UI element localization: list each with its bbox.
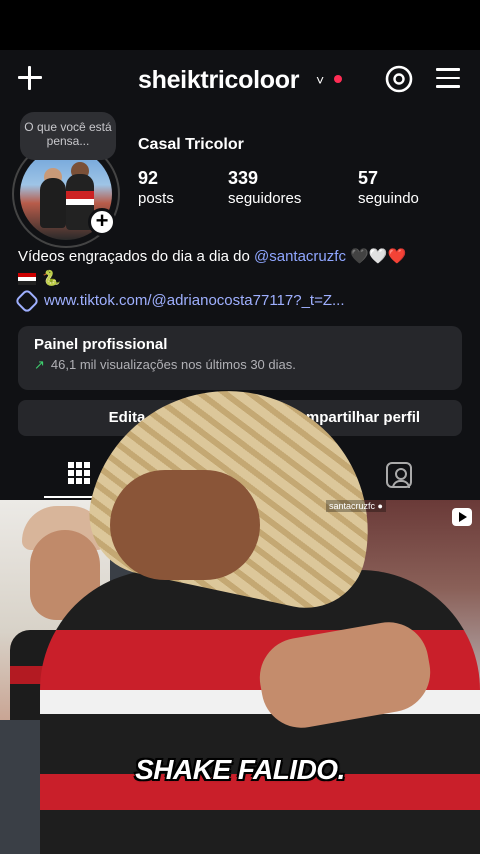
- profile-link[interactable]: www.tiktok.com/@adrianocosta77117?_t=Z..…: [14, 288, 345, 314]
- video-caption: SHAKE FALIDO.: [135, 754, 345, 785]
- pro-stats: 46,1 mil visualizações nos últimos 30 di…: [50, 357, 296, 372]
- notification-dot: [334, 75, 342, 83]
- top-bar: sheiktricoloor ˅: [0, 50, 480, 110]
- trend-up-icon: ↗: [34, 357, 45, 372]
- stat-followers[interactable]: 339 seguidores: [228, 168, 301, 207]
- add-story-icon[interactable]: +: [88, 208, 116, 236]
- stat-number: 92: [138, 168, 159, 188]
- professional-dashboard[interactable]: Painel profissional ↗ 46,1 mil visualizaç…: [18, 326, 462, 390]
- stat-posts[interactable]: 92 posts: [138, 168, 174, 207]
- flag-icon: [18, 273, 36, 286]
- bio-mention[interactable]: @santacruzfc: [254, 248, 346, 265]
- plus-icon[interactable]: [16, 64, 44, 92]
- video-person-shirt: [40, 570, 480, 854]
- bio-hearts: 🖤🤍❤️: [345, 248, 407, 265]
- stat-label: seguindo: [358, 190, 419, 207]
- grid-icon[interactable]: [68, 462, 90, 484]
- stat-label: posts: [138, 190, 174, 207]
- username[interactable]: sheiktricoloor: [138, 66, 299, 95]
- bio: Vídeos engraçados do dia a dia do @santa…: [18, 246, 468, 290]
- note-bubble[interactable]: O que você está pensa...: [20, 112, 116, 160]
- bio-text: Vídeos engraçados do dia a dia do: [18, 248, 255, 265]
- display-name: Casal Tricolor: [138, 136, 244, 153]
- video-handle: santacruzfc ●: [326, 500, 386, 512]
- menu-icon[interactable]: [436, 68, 460, 88]
- video-person-face: [110, 470, 260, 580]
- stat-number: 57: [358, 168, 379, 188]
- pro-title: Painel profissional: [34, 336, 168, 353]
- stat-number: 339: [228, 168, 259, 188]
- play-icon[interactable]: [452, 508, 472, 526]
- stat-label: seguidores: [228, 190, 302, 207]
- stat-following[interactable]: 57 seguindo: [358, 168, 419, 207]
- link-text[interactable]: www.tiktok.com/@adrianocosta77117?_t=Z..…: [44, 292, 345, 309]
- threads-icon[interactable]: [384, 64, 414, 94]
- tagged-icon[interactable]: [386, 462, 412, 488]
- pro-subtitle: ↗ 46,1 mil visualizações nos últimos 30 d…: [34, 357, 446, 373]
- link-icon: [14, 288, 40, 314]
- chevron-down-icon[interactable]: ˅: [316, 72, 324, 88]
- snake-emoji: 🐍: [42, 270, 61, 287]
